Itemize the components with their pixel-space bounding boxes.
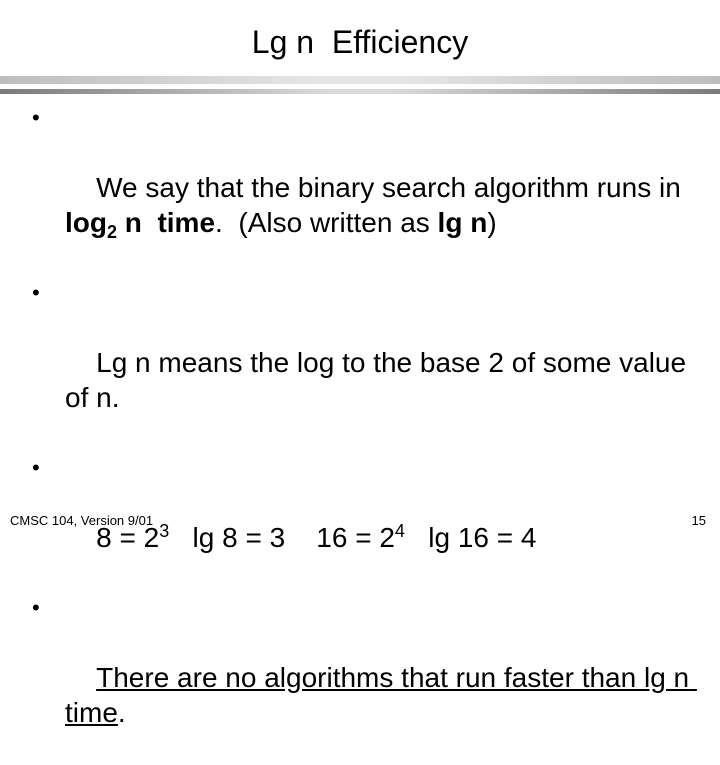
exponent: 4 [394, 521, 405, 541]
underlined-statement: There are no algorithms that run faster … [65, 662, 697, 728]
title-divider-bottom [0, 89, 720, 94]
log-base-subscript: 2 [107, 222, 118, 242]
log-term: log [65, 207, 107, 238]
bullet-text: ) [487, 207, 497, 238]
example-text: lg 8 = 3 16 = 2 [169, 522, 395, 553]
bullet-icon: • [32, 105, 40, 130]
bullet-icon: • [32, 280, 40, 305]
bullet-text: Lg n means the log to the base 2 of some… [65, 347, 694, 413]
bullet-lg-definition: • Lg n means the log to the base 2 of so… [32, 275, 702, 450]
n-time-term: n time [117, 207, 216, 238]
bullet-text: We say that the binary search algorithm … [96, 172, 697, 203]
example-text: lg 16 = 4 [404, 522, 537, 553]
bullet-icon: • [32, 595, 40, 620]
exponent: 3 [159, 521, 170, 541]
footer-course-label: CMSC 104, Version 9/01 [10, 513, 154, 528]
bullet-text: . (Also written as [215, 207, 438, 238]
bullet-text: . [117, 697, 126, 728]
slide-title: Lg n Efficiency [251, 24, 469, 60]
title-divider-top [0, 76, 720, 84]
bullet-list: • We say that the binary search algorith… [32, 100, 702, 765]
bullet-no-faster: • There are no algorithms that run faste… [32, 590, 702, 765]
lg-n-term: lg n [437, 207, 488, 238]
bullet-icon: • [32, 455, 40, 480]
bullet-binary-search: • We say that the binary search algorith… [32, 100, 702, 275]
slide-number: 15 [691, 513, 706, 528]
